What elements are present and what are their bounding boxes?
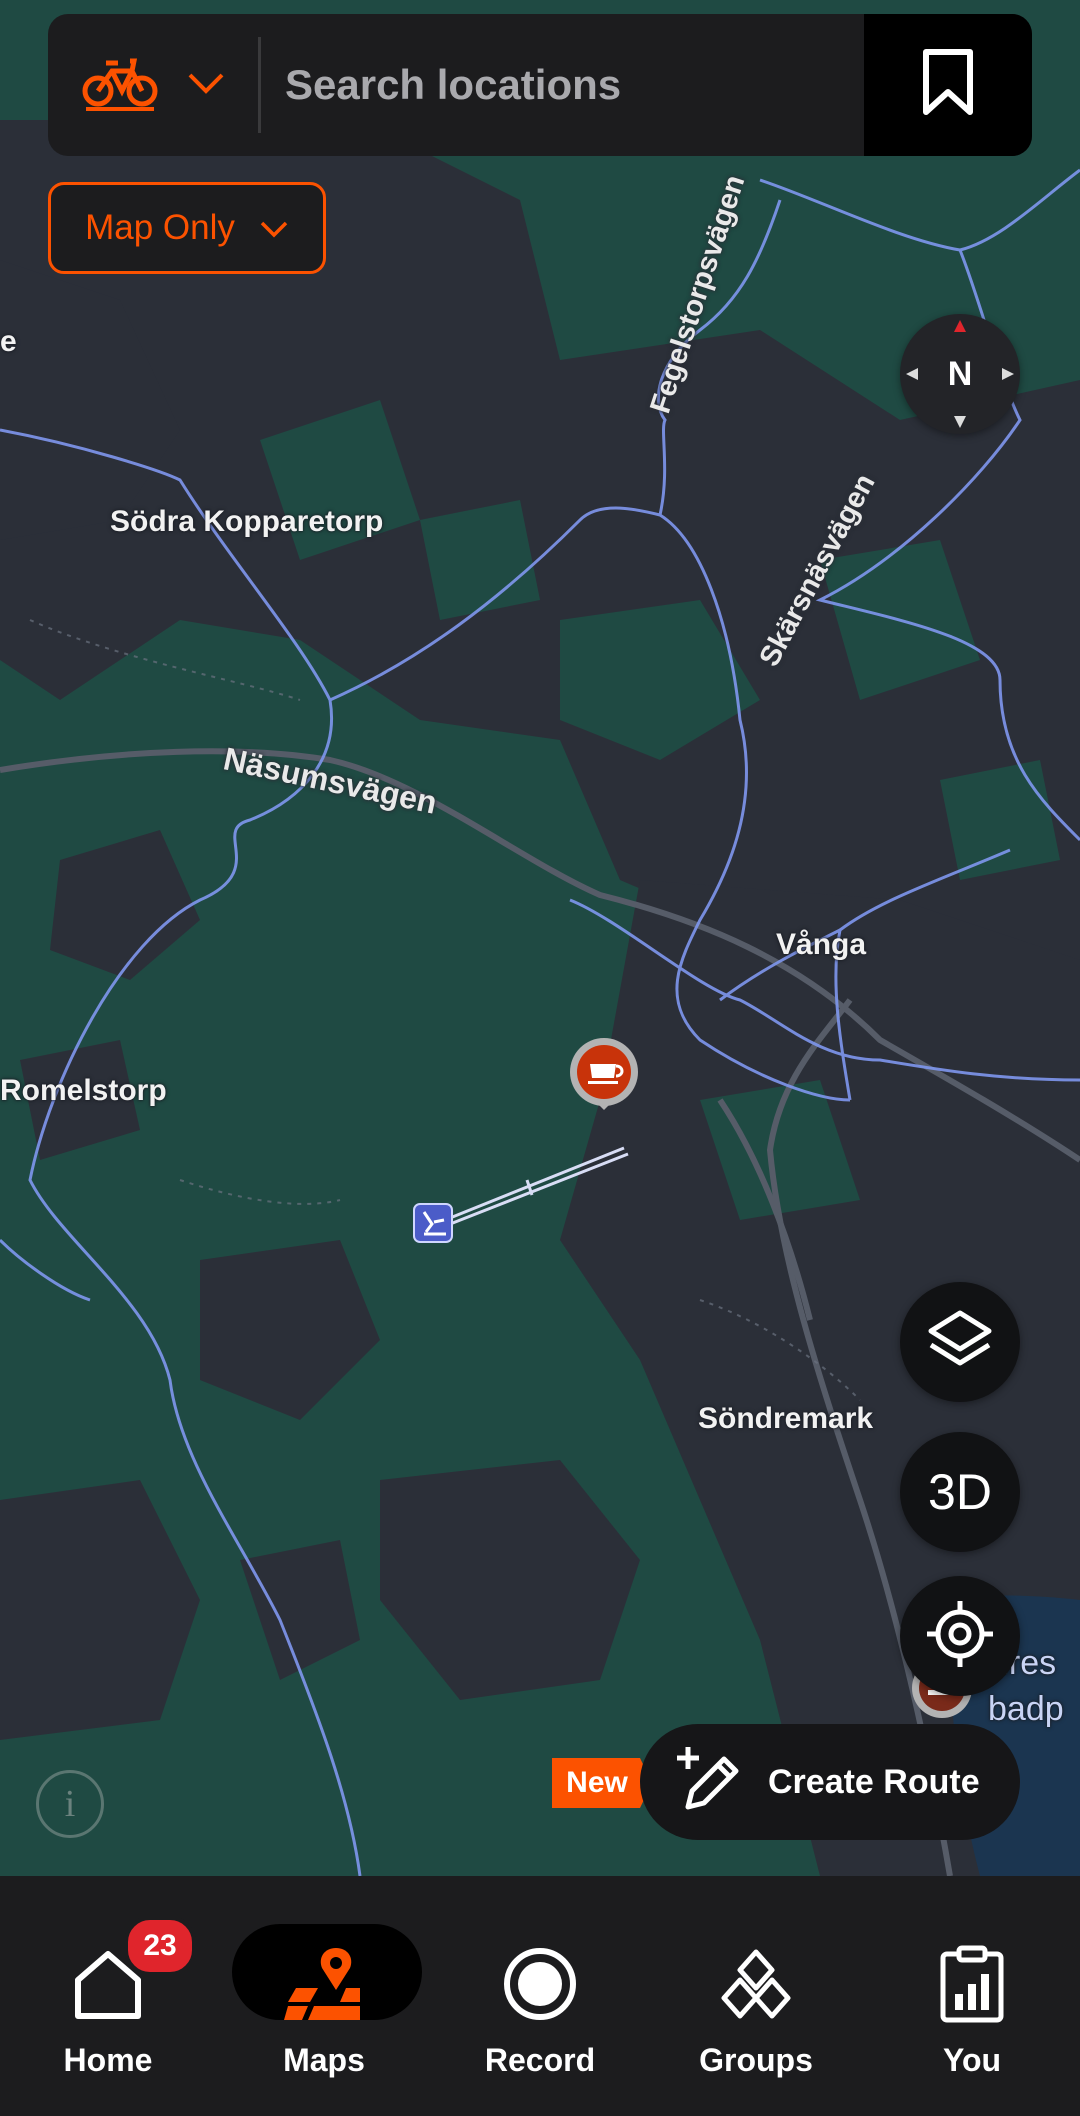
nav-record-label: Record: [484, 2042, 596, 2078]
place-label-vanga: Vånga: [776, 928, 867, 961]
bike-icon: [82, 53, 158, 118]
nav-home[interactable]: Home 23: [0, 1876, 216, 2116]
chevron-down-icon: [259, 208, 289, 248]
crosshair-icon: [923, 1597, 997, 1676]
map-filter-dropdown[interactable]: Map Only: [48, 182, 326, 274]
place-label-lake-2: badp: [988, 1690, 1064, 1728]
groups-icon: [721, 1949, 791, 2019]
place-label-sondremark: Söndremark: [698, 1402, 874, 1435]
maps-icon: [284, 1948, 360, 2020]
3d-toggle-button[interactable]: 3D: [900, 1432, 1020, 1552]
record-icon: [504, 1948, 576, 2020]
map-info-button[interactable]: i: [36, 1770, 104, 1838]
compass-button[interactable]: N: [900, 314, 1020, 434]
place-label-romelstorp: Romelstorp: [0, 1074, 167, 1107]
top-search-bar: Search locations: [48, 14, 1032, 156]
nav-record[interactable]: Record: [432, 1876, 648, 2116]
nav-groups[interactable]: Groups: [648, 1876, 864, 2116]
layers-icon: [925, 1307, 995, 1378]
nav-you-label: You: [942, 2042, 1002, 2078]
map-layers-button[interactable]: [900, 1282, 1020, 1402]
sport-selector[interactable]: [48, 14, 258, 156]
locate-me-button[interactable]: [900, 1576, 1020, 1696]
nav-maps[interactable]: Maps: [216, 1876, 432, 2116]
pencil-plus-icon: [674, 1743, 744, 1822]
place-label-sodra-kopparetorp: Södra Kopparetorp: [110, 505, 384, 538]
nav-groups-label: Groups: [699, 2042, 813, 2078]
chevron-down-icon: [186, 71, 226, 100]
info-icon: i: [64, 1783, 76, 1825]
place-label-edge: e: [0, 325, 17, 358]
nav-you[interactable]: You: [864, 1876, 1080, 2116]
notification-badge: 23: [124, 1916, 196, 1976]
profile-clipboard-icon: [940, 1945, 1004, 2023]
search-input[interactable]: Search locations: [261, 14, 864, 156]
create-route-label: Create Route: [768, 1762, 980, 1801]
create-route-button[interactable]: Create Route: [640, 1724, 1020, 1840]
compass-label: N: [947, 354, 973, 393]
saved-button[interactable]: [864, 14, 1032, 156]
nav-maps-label: Maps: [283, 2042, 365, 2078]
map-filter-label: Map Only: [85, 208, 235, 247]
bookmark-icon: [920, 48, 976, 123]
bottom-navigation: Home 23 Maps Record Groups You: [0, 1876, 1080, 2116]
nav-home-label: Home: [63, 2042, 153, 2078]
new-badge: New: [552, 1758, 652, 1808]
